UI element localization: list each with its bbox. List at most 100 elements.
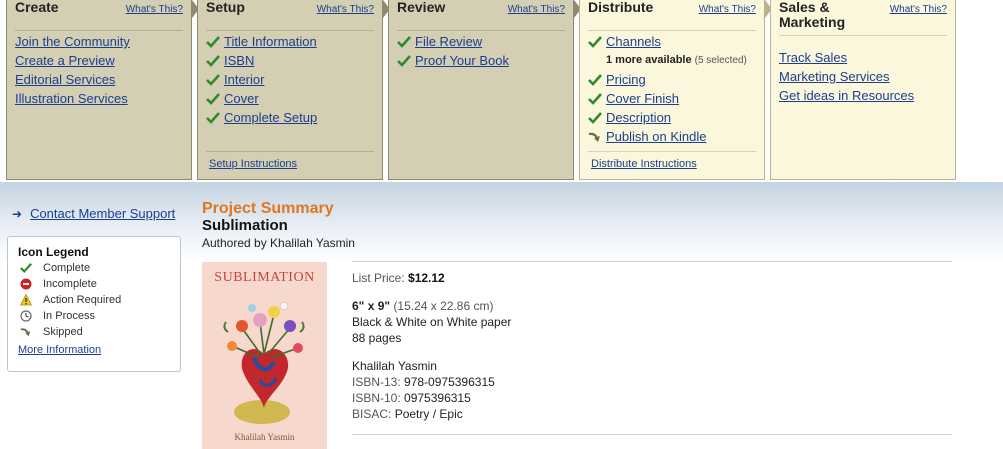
distribute-instructions-link[interactable]: Distribute Instructions [591,158,697,170]
publish-on-kindle-link[interactable]: Publish on Kindle [606,129,706,144]
interior-link[interactable]: Interior [224,72,264,87]
panel-header: Review What's This? [397,0,565,31]
panel-title-create: Create [15,0,59,15]
legend-label: Action Required [43,294,122,306]
arrow-right-icon: ➜ [12,207,23,221]
complete-setup-link[interactable]: Complete Setup [224,110,317,125]
panel-distribute: Distribute What's This? Channels 1 more … [579,0,765,180]
panel-title-setup: Setup [206,0,245,15]
panel-setup: Setup What's This? Title Information ISB… [197,0,383,180]
project-title: Sublimation [202,217,288,234]
panel-review: Review What's This? File Review Proof Yo… [388,0,574,180]
isbn13-label: ISBN-13: [352,375,401,389]
file-review-link[interactable]: File Review [415,34,482,49]
title-information-link[interactable]: Title Information [224,34,317,49]
track-sales-link[interactable]: Track Sales [779,50,847,65]
bisac-value: Poetry / Epic [394,407,463,421]
author-name: Khalilah Yasmin [352,359,437,373]
bisac-row: BISAC: Poetry / Epic [352,406,511,422]
legend-label: In Process [43,310,95,322]
create-items: Join the Community Create a Preview Edit… [15,32,187,108]
book-details: List Price: $12.12 6" x 9" (15.24 x 22.8… [352,270,511,422]
legend-label: Complete [43,262,91,274]
page-count: 88 pages [352,331,402,345]
trim-size-row: 6" x 9" (15.24 x 22.86 cm) [352,298,511,314]
project-author-line: Authored by Khalilah Yasmin [202,236,355,250]
heart-flowers-illustration [223,301,305,424]
panel-title-distribute: Distribute [588,0,654,15]
check-icon [206,74,220,86]
legend-item: Complete [18,260,170,276]
panel-title-review: Review [397,0,446,15]
more-available-text: 1 more available [606,54,692,66]
whats-this-link[interactable]: What's This? [699,4,756,15]
check-icon [397,55,411,67]
project-summary-label: Project Summary [202,200,334,217]
clock-icon [20,310,32,322]
legend-item: Incomplete [18,276,170,292]
legend-item: Action Required [18,292,170,308]
legend-item: In Process [18,308,170,324]
proof-your-book-link[interactable]: Proof Your Book [415,53,509,68]
editorial-services-link[interactable]: Editorial Services [15,72,115,87]
join-community-link[interactable]: Join the Community [15,34,130,49]
review-items: File Review Proof Your Book [397,32,569,70]
trim-size: 6" x 9" [352,299,391,313]
whats-this-link[interactable]: What's This? [317,4,374,15]
whats-this-link[interactable]: What's This? [508,4,565,15]
divider [352,261,952,262]
create-preview-link[interactable]: Create a Preview [15,53,115,68]
divider [588,151,756,152]
legend-title: Icon Legend [18,245,89,259]
contact-support-link[interactable]: Contact Member Support [30,206,175,221]
cover-finish-link[interactable]: Cover Finish [606,91,679,106]
check-icon [206,112,220,124]
trim-size-cm: (15.24 x 22.86 cm) [393,299,494,313]
check-icon [588,74,602,86]
whats-this-link[interactable]: What's This? [890,4,947,15]
isbn10-row: ISBN-10: 0975396315 [352,390,511,406]
panel-sales-marketing: Sales & Marketing What's This? Track Sal… [770,0,956,180]
check-icon [20,262,32,274]
isbn10-label: ISBN-10: [352,391,401,405]
book-cover-image: SUBLIMATION Khalilah Yasmin [202,262,327,449]
illustration-services-link[interactable]: Illustration Services [15,91,128,106]
check-icon [206,36,220,48]
legend-item: Skipped [18,324,170,340]
isbn13-row: ISBN-13: 978-0975396315 [352,374,511,390]
cover-link[interactable]: Cover [224,91,259,106]
marketing-services-link[interactable]: Marketing Services [779,69,890,84]
list-price-label: List Price: [352,271,405,285]
divider [352,434,952,435]
pricing-link[interactable]: Pricing [606,72,646,87]
whats-this-link[interactable]: What's This? [126,4,183,15]
check-icon [588,36,602,48]
isbn10-value: 0975396315 [404,391,471,405]
check-icon [588,93,602,105]
distribute-items: Channels 1 more available (5 selected) Pr… [588,32,760,146]
more-information-link[interactable]: More Information [18,344,101,356]
list-price-value: $12.12 [408,271,445,285]
skip-arrow-icon [20,328,31,337]
sales-items: Track Sales Marketing Services Get ideas… [779,48,951,105]
warning-icon [20,294,32,306]
channels-status: 1 more available (5 selected) [588,51,760,70]
cover-author: Khalilah Yasmin [234,432,295,442]
legend-label: Incomplete [43,278,97,290]
panel-header: Distribute What's This? [588,0,756,31]
legend-label: Skipped [43,326,83,338]
minus-circle-icon [20,278,32,290]
check-icon [206,55,220,67]
list-price-row: List Price: $12.12 [352,270,511,286]
panel-header: Sales & Marketing What's This? [779,0,947,36]
resources-link[interactable]: Get ideas in Resources [779,88,914,103]
setup-instructions-link[interactable]: Setup Instructions [209,158,297,170]
description-link[interactable]: Description [606,110,671,125]
panel-header: Setup What's This? [206,0,374,31]
isbn-link[interactable]: ISBN [224,53,254,68]
channels-link[interactable]: Channels [606,34,661,49]
selected-count: (5 selected) [694,55,747,66]
check-icon [397,36,411,48]
divider [206,151,374,152]
panel-title-sales: Sales & Marketing [779,0,846,30]
